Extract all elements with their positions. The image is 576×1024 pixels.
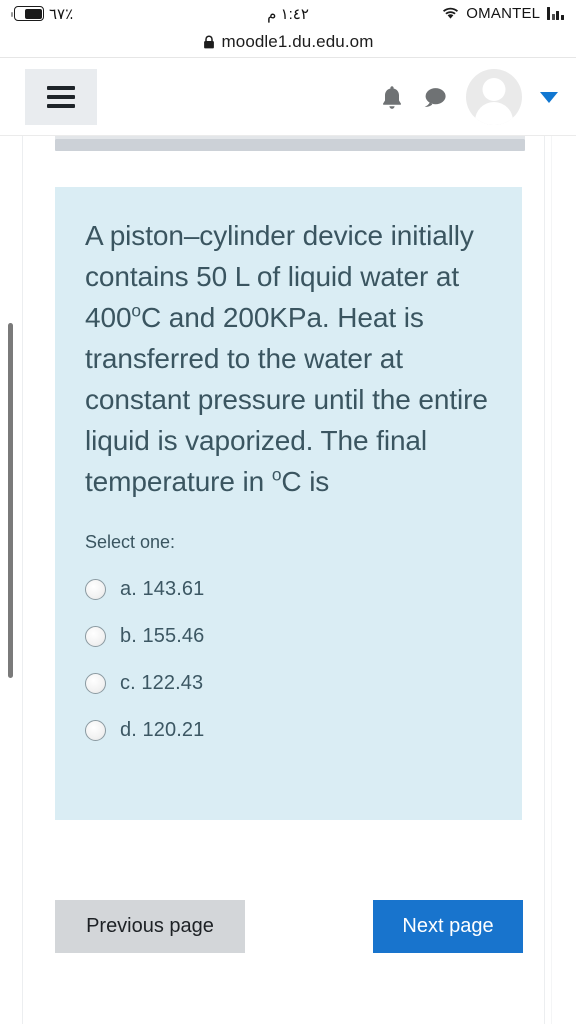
answer-label-c: c. 122.43 [120,672,204,694]
content-border-right [544,136,545,1024]
select-one-label: Select one: [85,532,176,552]
url-text: moodle1.du.edu.om [221,31,374,51]
previous-page-button[interactable]: Previous page [55,900,245,953]
question-text-part3: C is [281,466,330,497]
user-avatar-icon[interactable] [466,69,522,125]
moodle-site-header [0,58,576,136]
content-border-right-outer [551,136,552,1024]
quiz-navigation-bar-clipped[interactable] [55,139,525,151]
page-scrollbar-thumb[interactable] [8,323,13,678]
answer-options-list: a. 143.61 b. 155.46 c. 122.43 d. 120.21 [85,566,492,754]
answer-option-a[interactable]: a. 143.61 [85,566,492,613]
answer-label-a: a. 143.61 [120,578,205,600]
browser-address-bar[interactable]: moodle1.du.edu.om [0,27,576,56]
quiz-question-card: A piston–cylinder device initially conta… [55,187,522,820]
ios-status-bar: ٪٦٧ ١:٤٢ م OMANTEL [0,0,576,27]
status-bar-right-group: OMANTEL [442,5,564,22]
answer-option-b[interactable]: b. 155.46 [85,613,492,660]
hamburger-menu-icon[interactable] [25,69,97,125]
next-page-button[interactable]: Next page [373,900,523,953]
header-icon-group [380,58,558,136]
radio-button-b[interactable] [85,626,106,647]
caret-down-icon[interactable] [540,91,558,103]
answer-label-b: b. 155.46 [120,625,205,647]
web-page-content: A piston–cylinder device initially conta… [0,58,576,1024]
answer-label-d: d. 120.21 [120,719,205,741]
degree-symbol-2: o [271,464,282,485]
lock-icon [203,35,214,48]
degree-symbol-1: o [131,300,141,321]
radio-button-a[interactable] [85,579,106,600]
question-text: A piston–cylinder device initially conta… [85,215,492,502]
answer-option-c[interactable]: c. 122.43 [85,660,492,707]
chat-bubble-icon[interactable] [422,85,448,110]
radio-button-d[interactable] [85,720,106,741]
bell-icon[interactable] [380,84,404,111]
carrier-name-label: OMANTEL [466,5,541,22]
content-border-left [22,136,23,1024]
signal-bars-icon [547,7,564,20]
radio-button-c[interactable] [85,673,106,694]
wifi-icon [443,7,459,19]
mobile-browser-screen: ٪٦٧ ١:٤٢ م OMANTEL moodle1.du.edu.om A p… [0,0,576,1024]
answer-option-d[interactable]: d. 120.21 [85,707,492,754]
